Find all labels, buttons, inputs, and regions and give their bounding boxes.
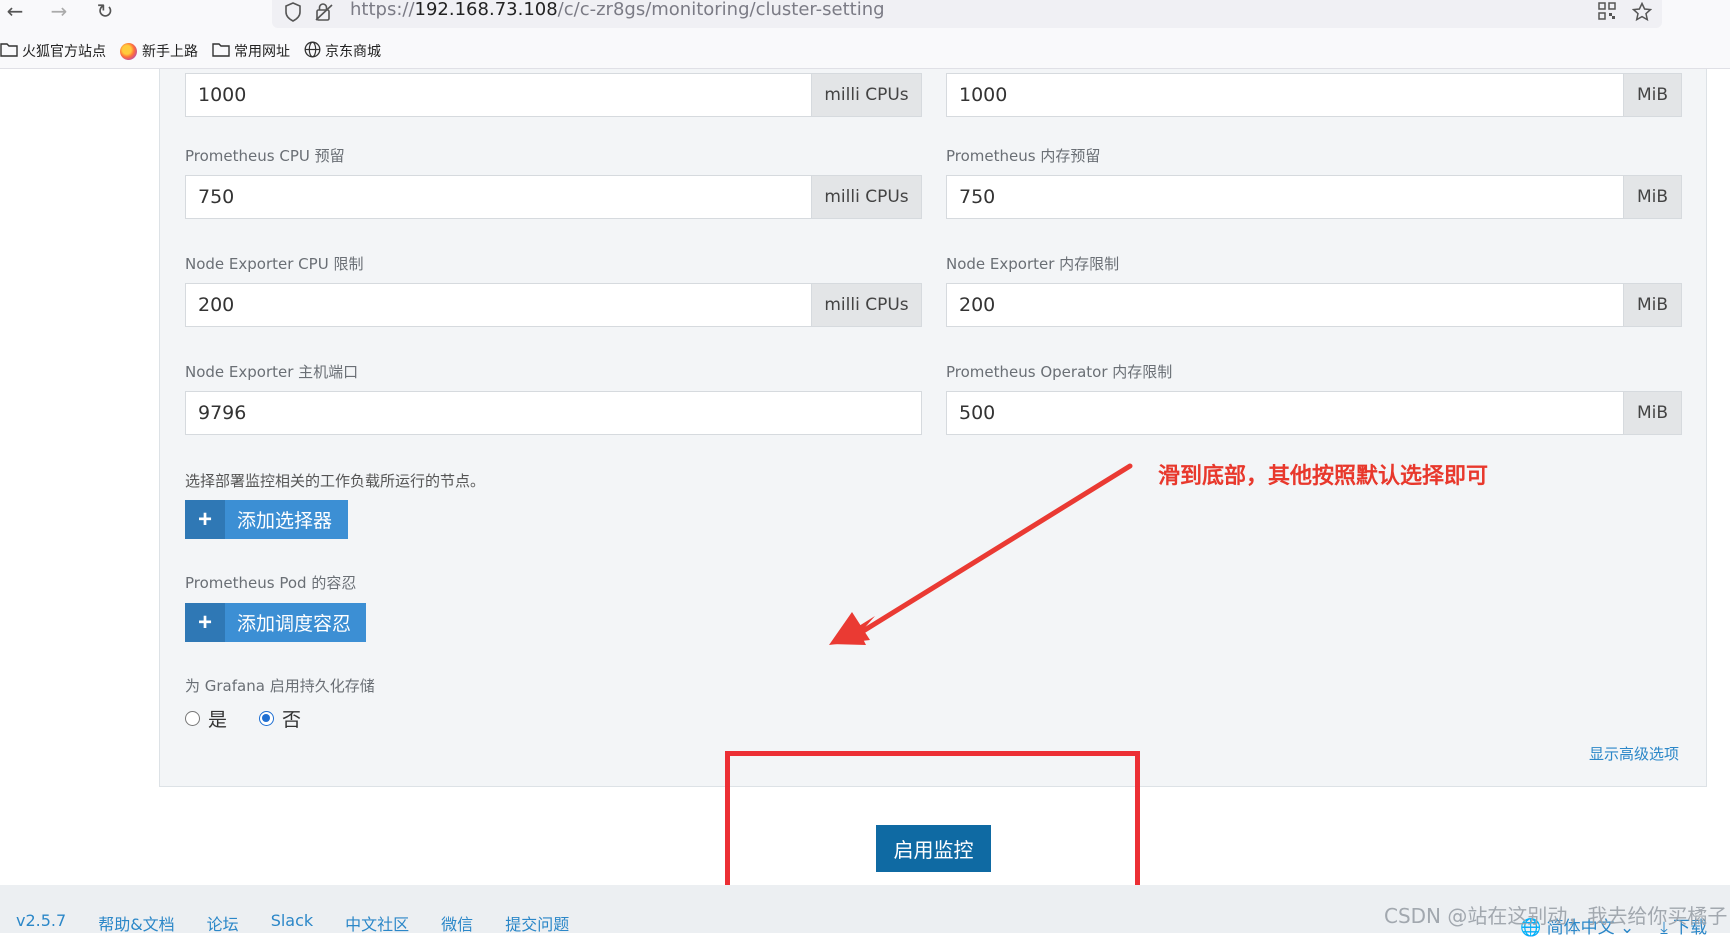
version-label[interactable]: v2.5.7 (16, 911, 66, 935)
footer-link[interactable]: Slack (271, 911, 313, 935)
annotation-arrow-icon (829, 463, 1133, 645)
footer-link[interactable]: 微信 (441, 911, 473, 935)
footer-link[interactable]: 帮助&文档 (98, 911, 174, 935)
watermark: CSDN @站在这别动，我去给你买橘子 (1384, 904, 1728, 928)
footer-link[interactable]: 提交问题 (505, 911, 569, 935)
footer-link[interactable]: 中文社区 (345, 911, 409, 935)
footer-link[interactable]: 论坛 (207, 911, 239, 935)
enable-monitoring-button[interactable]: 启用监控 (876, 825, 991, 872)
footer-links: v2.5.7 帮助&文档 论坛 Slack 中文社区 微信 提交问题 (16, 911, 601, 935)
